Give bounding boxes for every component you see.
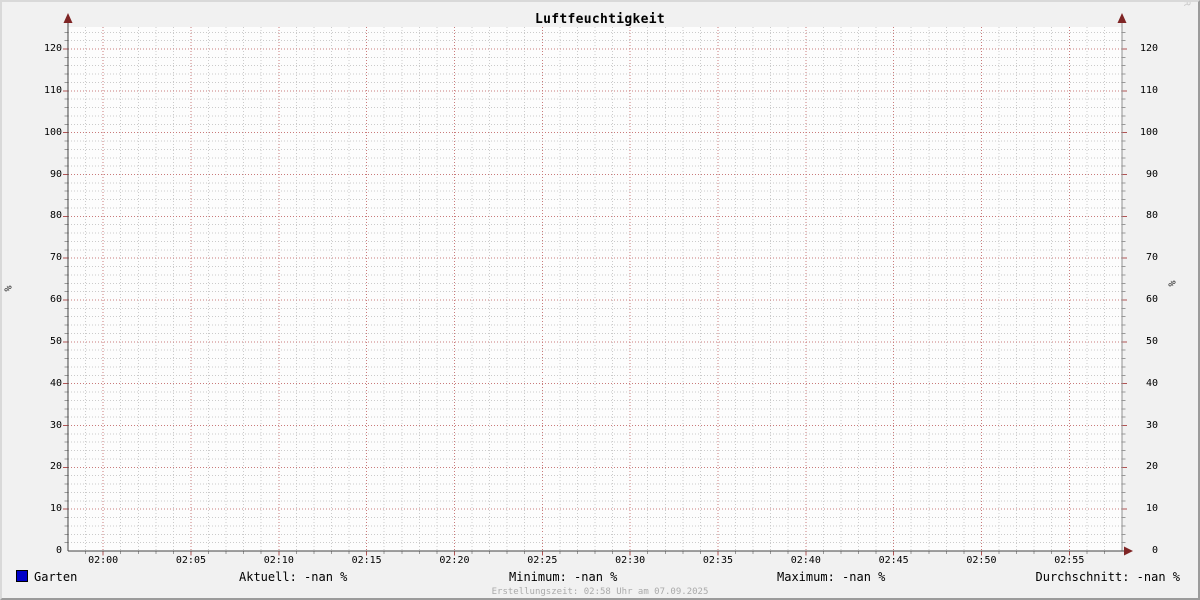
creation-time: Erstellungszeit: 02:58 Uhr am 07.09.2025 [491, 587, 709, 597]
x-tick-label: 02:40 [790, 555, 821, 566]
y-tick-label-left: 10 [49, 503, 62, 515]
stat-durchschnitt: Durchschnitt: -nan % [1035, 570, 1181, 584]
y-tick-label-right: 30 [1145, 419, 1158, 431]
stat-maximum: Maximum: -nan % [777, 570, 886, 584]
x-tick-label: 02:05 [175, 555, 206, 566]
series-label: Garten [34, 570, 78, 584]
y-tick-label-right: 20 [1145, 461, 1158, 473]
y-tick-label-left: 70 [49, 252, 62, 264]
y-tick-label-left: 120 [43, 43, 62, 54]
rrdtool-graph: Luftfeuchtigkeit RRDTOOL / TOBI OETIKER … [0, 0, 1200, 600]
y-tick-label-left: 100 [43, 126, 62, 138]
y-tick-label-left: 80 [49, 210, 62, 222]
y-tick-label-right: 120 [1140, 43, 1159, 54]
y-axis-unit-left: % [3, 285, 15, 292]
x-tick-label: 02:35 [702, 555, 733, 566]
x-tick-label: 02:50 [966, 555, 997, 566]
y-tick-label-right: 70 [1145, 252, 1158, 264]
y-tick-label-left: 60 [49, 294, 62, 305]
x-tick-label: 02:20 [439, 555, 470, 566]
y-tick-label-right: 90 [1145, 168, 1158, 180]
y-tick-label-left: 90 [49, 168, 62, 180]
stat-aktuell: Aktuell: -nan % [239, 570, 348, 584]
x-tick-label: 02:45 [878, 555, 909, 566]
y-tick-label-right: 0 [1151, 545, 1158, 556]
x-tick-label: 02:10 [263, 555, 294, 566]
y-tick-label-left: 110 [43, 84, 62, 96]
x-tick-label: 02:15 [351, 555, 382, 566]
y-tick-label-left: 50 [49, 335, 62, 347]
y-tick-label-right: 110 [1140, 84, 1159, 96]
y-tick-label-right: 10 [1145, 503, 1158, 515]
stat-minimum: Minimum: -nan % [509, 570, 618, 584]
y-tick-label-right: 80 [1145, 210, 1158, 222]
x-tick-label: 02:00 [88, 555, 119, 566]
x-tick-label: 02:25 [527, 555, 558, 566]
y-tick-label-right: 40 [1145, 377, 1158, 389]
y-tick-label-left: 40 [49, 377, 62, 389]
y-tick-label-right: 50 [1145, 335, 1158, 347]
y-axis-unit-right: % [1167, 280, 1179, 287]
y-tick-label-left: 0 [55, 545, 62, 556]
x-tick-label: 02:30 [615, 555, 646, 566]
series-color-swatch [16, 570, 28, 582]
plot-area [63, 13, 1133, 556]
y-tick-label-left: 30 [49, 419, 62, 431]
legend-row: Garten Aktuell: -nan % Minimum: -nan % M… [2, 570, 1198, 584]
y-tick-label-right: 60 [1145, 294, 1158, 305]
x-tick-label: 02:55 [1054, 555, 1085, 566]
y-tick-label-left: 20 [49, 461, 62, 473]
y-tick-label-right: 100 [1140, 126, 1159, 138]
